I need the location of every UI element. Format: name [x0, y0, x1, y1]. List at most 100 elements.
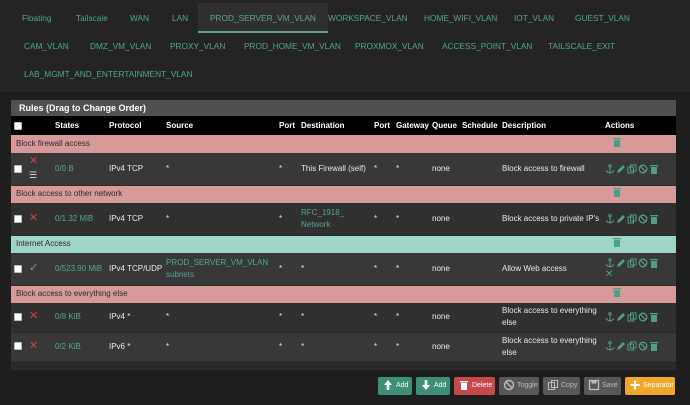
- tab-prod-server-vm-vlan[interactable]: PROD_SERVER_VM_VLAN: [198, 3, 328, 33]
- copy-icon[interactable]: [627, 341, 637, 351]
- disable-icon[interactable]: [638, 214, 648, 224]
- separator-button[interactable]: Separator: [625, 377, 675, 395]
- block-icon[interactable]: ✕: [29, 311, 38, 322]
- disable-icon[interactable]: [638, 164, 648, 174]
- toggle-button[interactable]: Toggle: [499, 377, 539, 395]
- rule-row[interactable]: ✕ ☰ 0/0 B IPv4 TCP * * This Firewall (sel…: [11, 153, 676, 186]
- copy-icon[interactable]: [627, 258, 637, 268]
- rule-states[interactable]: 0/0 B: [55, 153, 109, 186]
- rule-destination[interactable]: RFC_1918_ Network: [301, 203, 374, 236]
- trash-icon[interactable]: [612, 187, 622, 198]
- copy-icon[interactable]: [627, 312, 637, 322]
- block-icon[interactable]: ✕: [29, 156, 38, 167]
- copy-icon[interactable]: [627, 164, 637, 174]
- tab-iot-vlan[interactable]: IOT_VLAN: [502, 3, 566, 33]
- rule-checkbox[interactable]: [14, 264, 22, 273]
- col-schedule[interactable]: Schedule: [462, 116, 502, 135]
- rule-checkbox[interactable]: [14, 342, 22, 351]
- rule-actions: [605, 303, 676, 333]
- trash-icon[interactable]: [649, 214, 659, 224]
- edit-icon[interactable]: [616, 258, 626, 268]
- block-icon[interactable]: ✕: [29, 212, 38, 224]
- rule-port: *: [279, 203, 301, 236]
- copy-icon[interactable]: [627, 214, 637, 224]
- rule-row[interactable]: ✕ 0/2 KiB IPv6 * * * * * * none Block ac…: [11, 332, 676, 362]
- anchor-icon[interactable]: [605, 312, 615, 322]
- tab-lan[interactable]: LAN: [160, 3, 200, 33]
- rule-checkbox[interactable]: [14, 313, 22, 322]
- tab-prod-home-vm-vlan[interactable]: PROD_HOME_VM_VLAN: [232, 31, 353, 61]
- rule-queue: none: [432, 303, 462, 333]
- select-all-checkbox[interactable]: [14, 121, 22, 130]
- tab-access-point-vlan[interactable]: ACCESS_POINT_VLAN: [430, 31, 544, 61]
- remove-icon[interactable]: ✕: [605, 269, 615, 280]
- tab-lab-mgmt-and-entertainment-vlan[interactable]: LAB_MGMT_AND_ENTERTAINMENT_VLAN: [12, 59, 204, 89]
- rule-source[interactable]: PROD_SERVER_VM_VLAN subnets: [166, 253, 279, 286]
- col-queue[interactable]: Queue: [432, 116, 462, 135]
- rule-checkbox[interactable]: [14, 164, 22, 173]
- list-icon[interactable]: ☰: [29, 169, 55, 181]
- col-protocol[interactable]: Protocol: [109, 116, 166, 135]
- rule-port: *: [279, 303, 301, 333]
- separator-row[interactable]: Block access to everything else: [11, 285, 676, 303]
- tab-proxy-vlan[interactable]: PROXY_VLAN: [158, 31, 237, 61]
- delete-button[interactable]: Delete: [454, 377, 495, 395]
- save-button[interactable]: Save: [584, 377, 621, 395]
- edit-icon[interactable]: [616, 164, 626, 174]
- tab-workspace-vlan[interactable]: WORKSPACE_VLAN: [316, 3, 420, 33]
- tab-cam-vlan[interactable]: CAM_VLAN: [12, 31, 81, 61]
- col-destination[interactable]: Destination: [301, 116, 374, 135]
- rule-protocol: IPv6 *: [109, 332, 166, 362]
- separator-row[interactable]: Block firewall access: [11, 135, 676, 153]
- edit-icon[interactable]: [616, 214, 626, 224]
- col-description[interactable]: Description: [502, 116, 605, 135]
- trash-icon[interactable]: [612, 287, 622, 298]
- edit-icon[interactable]: [616, 312, 626, 322]
- tab-wan[interactable]: WAN: [118, 3, 161, 33]
- tab-tailscale-exit[interactable]: TAILSCALE_EXIT: [536, 31, 627, 61]
- disable-icon[interactable]: [638, 258, 648, 268]
- tab-home-wifi-vlan[interactable]: HOME_WIFI_VLAN: [412, 3, 509, 33]
- rule-port: *: [279, 332, 301, 362]
- edit-icon[interactable]: [616, 341, 626, 351]
- col-port[interactable]: Port: [279, 116, 301, 135]
- rule-queue: none: [432, 203, 462, 236]
- add-top-button[interactable]: Add: [378, 377, 412, 395]
- separator-row[interactable]: Block access to other network: [11, 185, 676, 203]
- trash-icon[interactable]: [612, 137, 622, 147]
- trash-icon[interactable]: [649, 258, 659, 268]
- rule-states[interactable]: 0/1.32 MiB: [55, 203, 109, 236]
- copy-button[interactable]: Copy: [543, 377, 580, 395]
- tab-guest-vlan[interactable]: GUEST_VLAN: [563, 3, 642, 33]
- rule-states[interactable]: 0/523.90 MiB: [55, 253, 109, 286]
- rule-queue: none: [432, 253, 462, 286]
- rule-row[interactable]: ✕ 0/1.32 MiB IPv4 TCP * * RFC_1918_ Netw…: [11, 203, 676, 236]
- rule-states[interactable]: 0/2 KiB: [55, 332, 109, 362]
- anchor-icon[interactable]: [605, 257, 615, 268]
- trash-icon[interactable]: [649, 312, 659, 323]
- trash-icon[interactable]: [649, 341, 659, 352]
- trash-icon[interactable]: [649, 164, 659, 174]
- col-gateway[interactable]: Gateway: [396, 116, 432, 135]
- col-states[interactable]: States: [55, 116, 109, 135]
- disable-icon[interactable]: [638, 341, 648, 351]
- rule-row[interactable]: ✕ 0/8 KiB IPv4 * * * * * * none Block ac…: [11, 303, 676, 333]
- rule-states[interactable]: 0/8 KiB: [55, 303, 109, 333]
- tab-floating[interactable]: Floating: [10, 3, 64, 33]
- tab-proxmox-vlan[interactable]: PROXMOX_VLAN: [343, 31, 436, 61]
- separator-row[interactable]: Internet Access: [11, 235, 676, 253]
- anchor-icon[interactable]: [605, 163, 615, 174]
- add-bottom-button[interactable]: Add: [416, 377, 450, 395]
- anchor-icon[interactable]: [605, 213, 615, 224]
- pass-icon[interactable]: ✓: [29, 262, 38, 274]
- disable-icon[interactable]: [638, 312, 648, 322]
- col-dest-port[interactable]: Port: [374, 116, 396, 135]
- col-source[interactable]: Source: [166, 116, 279, 135]
- tab-tailscale[interactable]: Tailscale: [64, 3, 120, 33]
- rule-checkbox[interactable]: [14, 214, 22, 223]
- rule-row[interactable]: ✓ 0/523.90 MiB IPv4 TCP/UDP PROD_SERVER_…: [11, 253, 676, 286]
- block-icon[interactable]: ✕: [29, 340, 38, 352]
- anchor-icon[interactable]: [605, 341, 615, 351]
- trash-icon[interactable]: [612, 237, 622, 248]
- tab-dmz-vm-vlan[interactable]: DMZ_VM_VLAN: [78, 31, 163, 61]
